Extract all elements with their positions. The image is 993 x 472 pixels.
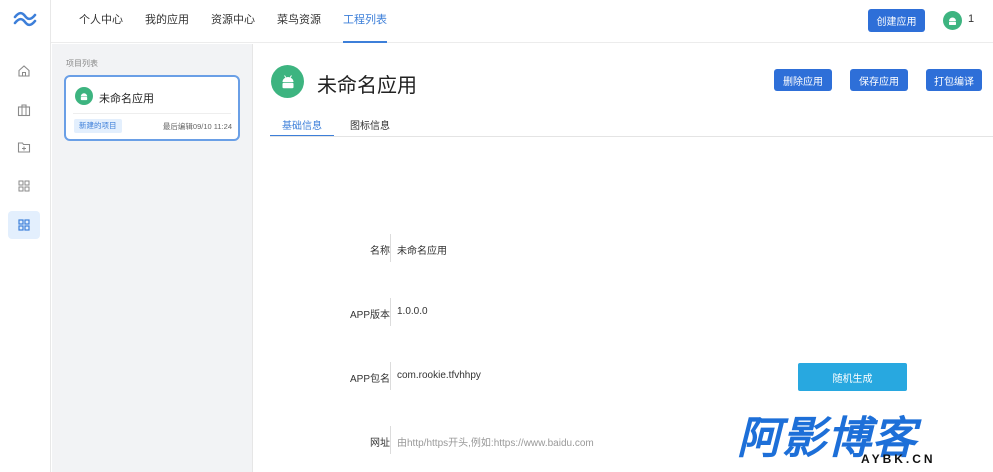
package-field[interactable]: com.rookie.tfvhhpy	[397, 370, 481, 381]
android-icon	[75, 87, 93, 105]
logo-wave-icon[interactable]	[13, 9, 37, 29]
watermark-logo: 阿影博客 AYBK.CN	[737, 402, 977, 468]
user-count: 1	[968, 13, 975, 25]
grid-icon[interactable]	[8, 172, 40, 200]
last-edit-time: 最后编辑09/10 11:24	[162, 122, 232, 131]
version-label: APP版本	[349, 310, 390, 321]
top-bar: 个人中心 我的应用 资源中心 菜鸟资源 工程列表 创建应用 1	[51, 0, 993, 43]
app-android-icon	[271, 65, 304, 98]
save-app-button[interactable]: 保存应用	[850, 69, 908, 91]
card-divider	[73, 113, 231, 114]
create-app-button[interactable]: 创建应用	[868, 9, 925, 32]
project-list-panel: 项目列表 未命名应用 新建的项目 最后编辑09/10 11:24	[52, 44, 253, 472]
project-name: 未命名应用	[99, 93, 154, 105]
page-title: 未命名应用	[317, 75, 417, 97]
random-generate-button[interactable]: 随机生成	[798, 363, 907, 391]
name-field[interactable]: 未命名应用	[397, 242, 447, 257]
package-label: APP包名	[349, 374, 390, 385]
watermark-en-text: AYBK.CN	[861, 452, 936, 466]
tabs-divider	[270, 136, 993, 137]
android-icon	[949, 17, 956, 25]
briefcase-icon[interactable]	[8, 96, 40, 124]
folder-add-icon[interactable]	[8, 133, 40, 161]
name-label: 名称	[370, 246, 390, 257]
url-input[interactable]: 由http/https开头,例如:https://www.baidu.com	[397, 434, 594, 449]
tab-icon-info[interactable]: 图标信息	[338, 108, 402, 136]
name-separator	[390, 234, 391, 262]
project-list-title: 项目列表	[66, 59, 98, 68]
version-separator	[390, 298, 391, 326]
tab-personal-center[interactable]: 个人中心	[79, 0, 123, 43]
tab-resource-center[interactable]: 资源中心	[211, 0, 255, 43]
home-icon[interactable]	[8, 57, 40, 85]
project-card[interactable]: 未命名应用 新建的项目 最后编辑09/10 11:24	[64, 75, 240, 141]
tab-basic-info[interactable]: 基础信息	[270, 108, 334, 137]
package-separator	[390, 362, 391, 390]
delete-app-button[interactable]: 删除应用	[774, 69, 832, 91]
top-nav: 个人中心 我的应用 资源中心 菜鸟资源 工程列表	[79, 0, 409, 43]
url-separator	[390, 426, 391, 454]
user-avatar[interactable]	[943, 11, 962, 30]
detail-tabs: 基础信息 图标信息	[270, 108, 406, 137]
grid-active-icon[interactable]	[8, 211, 40, 239]
tab-rookie-resources[interactable]: 菜鸟资源	[277, 0, 321, 43]
left-icon-rail	[0, 0, 51, 472]
tab-my-apps[interactable]: 我的应用	[145, 0, 189, 43]
version-field[interactable]: 1.0.0.0	[397, 306, 428, 317]
status-badge: 新建的项目	[74, 119, 122, 133]
tab-project-list[interactable]: 工程列表	[343, 0, 387, 43]
url-label: 网址	[370, 438, 390, 449]
build-app-button[interactable]: 打包编译	[926, 69, 982, 91]
